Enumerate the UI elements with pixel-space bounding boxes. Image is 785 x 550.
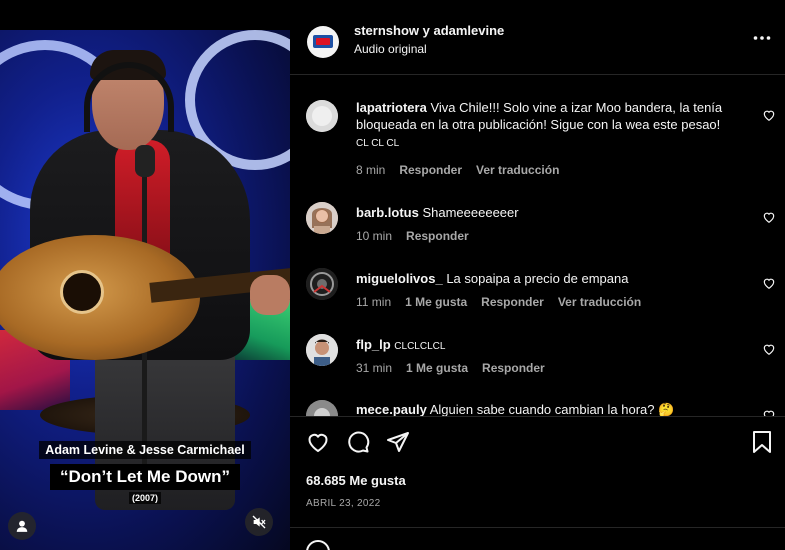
commenter-avatar[interactable] — [306, 100, 338, 132]
comment-time[interactable]: 31 min — [356, 361, 392, 375]
comment-username[interactable]: barb.lotus — [356, 205, 419, 220]
reply-button[interactable]: Responder — [481, 295, 544, 309]
comment-body: flp_lp CLCLCLCL — [356, 336, 751, 355]
commenter-avatar[interactable] — [306, 202, 338, 234]
profile-photo-icon — [306, 268, 338, 300]
profile-photo-icon — [306, 334, 338, 366]
like-comment-heart-icon[interactable] — [762, 408, 776, 416]
comment-extra: CL CL CL — [356, 138, 400, 149]
like-comment-heart-icon[interactable] — [762, 108, 776, 122]
video-player[interactable]: Adam Levine & Jesse Carmichael “Don’t Le… — [0, 0, 290, 550]
video-caption-year: (2007) — [0, 492, 290, 504]
muted-speaker-icon — [252, 515, 266, 529]
guitar-soundhole — [60, 270, 104, 314]
comment-body: mece.pauly Alguien sabe cuando cambian l… — [356, 401, 751, 416]
reply-button[interactable]: Responder — [399, 163, 462, 177]
comment-time[interactable]: 11 min — [356, 295, 391, 309]
translate-button[interactable]: Ver traducción — [558, 295, 641, 309]
comment-username[interactable]: flp_lp — [356, 337, 391, 352]
comment-username[interactable]: lapatriotera — [356, 100, 427, 115]
comment-username[interactable]: miguelolivos_ — [356, 271, 443, 286]
post-actions-bar — [290, 428, 785, 458]
comment-text: La sopaipa a precio de empana — [446, 271, 629, 286]
comment-meta: 10 min Responder — [356, 229, 469, 243]
like-comment-heart-icon[interactable] — [762, 276, 776, 290]
tagged-users-button[interactable] — [8, 512, 36, 540]
author-usernames[interactable]: sternshow y adamlevine — [354, 23, 504, 38]
comment-text: Alguien sabe cuando cambian la hora? 🤔 — [429, 402, 675, 416]
comment-body: miguelolivos_ La sopaipa a precio de emp… — [356, 270, 751, 287]
post-likes-count[interactable]: 68.685 Me gusta — [306, 473, 406, 488]
commenter-avatar[interactable] — [306, 268, 338, 300]
like-comment-heart-icon[interactable] — [762, 342, 776, 356]
post-panel: sternshow y adamlevine Audio original la… — [290, 0, 785, 550]
paper-plane-icon — [387, 432, 409, 452]
like-button[interactable] — [304, 428, 332, 456]
divider — [290, 416, 785, 417]
reply-button[interactable]: Responder — [482, 361, 545, 375]
commenter-avatar[interactable] — [306, 334, 338, 366]
user-icon — [16, 520, 28, 532]
more-icon — [753, 36, 771, 40]
comment-time[interactable]: 8 min — [356, 163, 385, 177]
post-header: sternshow y adamlevine Audio original — [290, 0, 785, 75]
comment-username[interactable]: mece.pauly — [356, 402, 427, 416]
mute-button[interactable] — [245, 508, 273, 536]
reply-button[interactable]: Responder — [406, 229, 469, 243]
post-date: ABRIL 23, 2022 — [306, 498, 381, 509]
comment-meta: 8 min Responder Ver traducción — [356, 163, 559, 177]
video-caption-song: “Don’t Let Me Down” — [0, 464, 290, 490]
performer-hand — [250, 275, 290, 315]
video-top-strip — [0, 0, 290, 30]
default-avatar-icon — [306, 100, 338, 132]
profile-photo-icon — [306, 400, 338, 416]
author-avatar[interactable] — [307, 26, 339, 58]
save-button[interactable] — [748, 428, 776, 456]
video-caption-names: Adam Levine & Jesse Carmichael — [0, 441, 290, 459]
comment-time[interactable]: 10 min — [356, 229, 392, 243]
avatar-logo-accent — [316, 38, 330, 45]
comment-body: barb.lotus Shameeeeeeeer — [356, 204, 751, 221]
commenter-avatar[interactable] — [306, 400, 338, 416]
comment-text: Shameeeeeeeer — [422, 205, 519, 220]
more-options-button[interactable] — [752, 28, 772, 48]
share-button[interactable] — [384, 428, 412, 456]
caption-names-text: Adam Levine & Jesse Carmichael — [39, 441, 251, 459]
bookmark-icon — [753, 431, 771, 453]
comment-likes-count[interactable]: 1 Me gusta — [406, 361, 468, 375]
translate-button[interactable]: Ver traducción — [476, 163, 559, 177]
like-comment-heart-icon[interactable] — [762, 210, 776, 224]
comments-list[interactable]: lapatriotera Viva Chile!!! Solo vine a i… — [290, 76, 785, 416]
comment-button[interactable] — [344, 428, 372, 456]
comment-meta: 11 min 1 Me gusta Responder Ver traducci… — [356, 295, 641, 309]
audio-label[interactable]: Audio original — [354, 42, 427, 56]
divider — [290, 527, 785, 528]
emoji-button[interactable] — [306, 540, 330, 550]
heart-icon — [308, 433, 328, 453]
profile-photo-icon — [306, 202, 338, 234]
comment-extra: CLCLCLCL — [394, 341, 446, 352]
comment-bubble-icon — [348, 431, 370, 453]
microphone — [135, 145, 155, 177]
comment-meta: 31 min 1 Me gusta Responder — [356, 361, 545, 375]
comment-body: lapatriotera Viva Chile!!! Solo vine a i… — [356, 99, 751, 152]
caption-year-text: (2007) — [128, 492, 161, 504]
comment-likes-count[interactable]: 1 Me gusta — [405, 295, 467, 309]
caption-song-text: “Don’t Let Me Down” — [50, 464, 240, 490]
